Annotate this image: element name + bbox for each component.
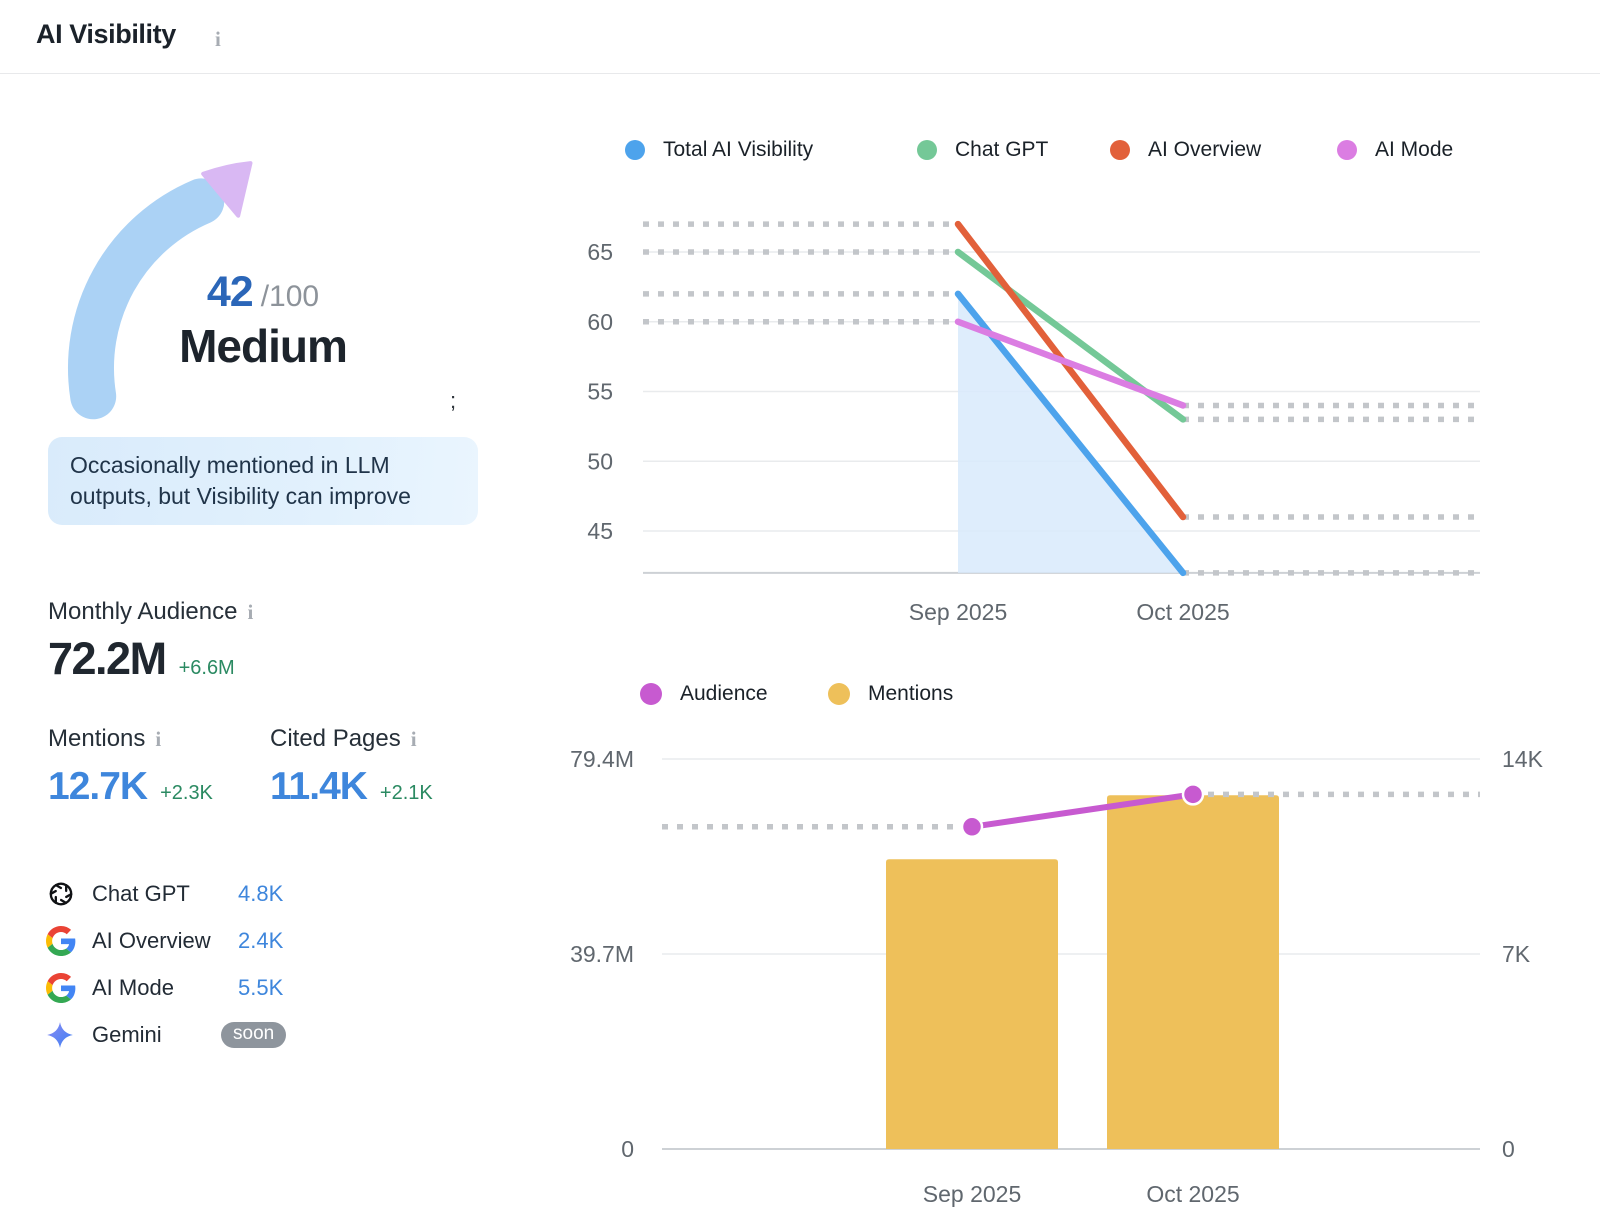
mentions-bar-oct-2025 [1107,795,1279,1149]
info-icon[interactable]: i [215,29,221,50]
legend-label: AI Overview [1148,138,1261,162]
chatgpt-icon [46,879,78,909]
platform-value: 2.4K [238,928,283,954]
mentions-label: Mentions [48,725,145,753]
monthly-audience-delta: +6.6M [179,657,235,680]
list-item-ai-mode: AI Mode 5.5K [46,964,366,1011]
page-title: AI Visibility [36,19,176,50]
y-tick-label: 45 [587,518,613,544]
score-rating: Medium [143,319,383,373]
score-out-of: /100 [261,280,319,314]
score-value: 42 [207,268,253,317]
mentions-delta: +2.3K [160,782,213,805]
platforms-list: Chat GPT 4.8K AI Overview 2.4K [46,870,366,1058]
legend-label: Total AI Visibility [663,138,813,162]
cited-pages-header: Cited Pages i [270,725,417,753]
legend-label: AI Mode [1375,138,1453,162]
google-icon [46,973,78,1003]
mentions-value-row: 12.7K +2.3K [48,765,213,809]
gemini-icon [46,1021,78,1049]
legend-dot [1110,140,1130,160]
cited-pages-label: Cited Pages [270,725,401,753]
widget-header: AI Visibility i [0,0,1600,74]
right-tick-label: 14K [1502,746,1544,772]
legend-dot [625,140,645,160]
status-badge-soon: soon [221,1022,286,1048]
stray-semicolon: ; [450,388,456,414]
platform-label: Gemini [92,1022,238,1048]
list-item-chat-gpt: Chat GPT 4.8K [46,870,366,917]
monthly-audience-header: Monthly Audience i [48,598,253,626]
info-icon[interactable]: i [411,729,417,750]
legend-label: Chat GPT [955,138,1048,162]
monthly-audience-label: Monthly Audience [48,598,237,626]
y-tick-label: 55 [587,379,613,405]
list-item-ai-overview: AI Overview 2.4K [46,917,366,964]
legend-dot [1337,140,1357,160]
x-tick-label: Oct 2025 [1136,599,1229,625]
mentions-header: Mentions i [48,725,161,753]
audience-point-sep-2025 [962,817,982,837]
platform-value: 4.8K [238,881,283,907]
platform-label: Chat GPT [92,881,238,907]
audience-mentions-chart: 79.4M 39.7M 0 14K 7K 0 Sep 2025 Oct 2025 [540,690,1590,1220]
audience-point-oct-2025 [1183,784,1203,804]
x-tick-label: Sep 2025 [909,599,1007,625]
mentions-bar-sep-2025 [886,859,1058,1149]
mentions-value: 12.7K [48,765,147,809]
left-tick-label: 79.4M [570,746,634,772]
info-icon[interactable]: i [155,729,161,750]
right-tick-label: 7K [1502,941,1531,967]
monthly-audience-value-row: 72.2M +6.6M [48,633,235,685]
legend-item-chat-gpt[interactable]: Chat GPT [917,137,1048,163]
score-summary: Occasionally mentioned in LLM outputs, b… [48,437,478,525]
info-icon[interactable]: i [247,602,253,623]
x-tick-label: Oct 2025 [1146,1181,1239,1207]
visibility-trend-chart: 45 50 55 60 65 Sep 2025 Oct 2025 [560,205,1500,635]
y-tick-label: 60 [587,309,613,335]
platform-label: AI Mode [92,975,238,1001]
cited-pages-delta: +2.1K [380,782,433,805]
y-tick-label: 50 [587,448,613,474]
legend-item-ai-mode[interactable]: AI Mode [1337,137,1453,163]
x-tick-label: Sep 2025 [923,1181,1021,1207]
platform-label: AI Overview [92,928,238,954]
monthly-audience-value: 72.2M [48,633,166,685]
y-tick-label: 65 [587,239,613,265]
google-icon [46,926,78,956]
legend-dot [917,140,937,160]
platform-value: 5.5K [238,975,283,1001]
legend-item-total-ai-visibility[interactable]: Total AI Visibility [625,137,813,163]
cited-pages-value-row: 11.4K +2.1K [270,765,433,809]
cited-pages-value: 11.4K [270,765,367,809]
left-tick-label: 0 [621,1136,634,1162]
legend-item-ai-overview[interactable]: AI Overview [1110,137,1261,163]
left-tick-label: 39.7M [570,941,634,967]
ai-visibility-widget: AI Visibility i 42 /100 Medium ; Occasio… [0,0,1600,1220]
list-item-gemini: Gemini soon [46,1011,366,1058]
right-tick-label: 0 [1502,1136,1515,1162]
score-block: 42 /100 Medium [143,268,383,373]
